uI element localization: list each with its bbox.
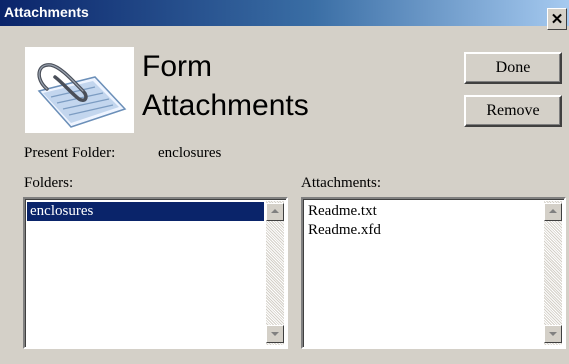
present-folder-label: Present Folder: [24, 145, 116, 161]
done-button[interactable]: Done [464, 52, 562, 84]
attachments-scroll-down-button[interactable] [544, 325, 562, 343]
folders-scrollbar[interactable] [266, 201, 284, 345]
arrow-up-icon [271, 209, 279, 213]
arrow-down-icon [549, 332, 557, 336]
attachments-listbox[interactable]: Readme.txt Readme.xfd [301, 197, 566, 349]
attachment-item-readme-txt[interactable]: Readme.txt [305, 202, 542, 221]
present-folder-value: enclosures [158, 145, 222, 161]
close-button[interactable]: ✕ [547, 8, 567, 30]
title-bar: Attachments [0, 0, 569, 26]
folders-label: Folders: [24, 175, 74, 191]
attachments-scroll-up-button[interactable] [544, 203, 562, 221]
folder-item-enclosures[interactable]: enclosures [27, 202, 264, 221]
folders-scroll-up-button[interactable] [266, 203, 284, 221]
window-title: Attachments [4, 4, 89, 20]
attachments-label: Attachments: [301, 175, 381, 191]
folders-listbox[interactable]: enclosures [23, 197, 288, 349]
form-attachments-logo [25, 47, 134, 133]
folders-scroll-down-button[interactable] [266, 325, 284, 343]
page-title-line2: Attachments [142, 89, 309, 122]
remove-button[interactable]: Remove [464, 95, 562, 127]
attachments-scrollbar[interactable] [544, 201, 562, 345]
attachment-item-readme-xfd[interactable]: Readme.xfd [305, 221, 542, 240]
arrow-up-icon [549, 209, 557, 213]
page-title: Form Attachments [142, 47, 309, 125]
close-icon: ✕ [550, 10, 564, 28]
paperclip-document-icon [37, 63, 127, 128]
page-title-line1: Form [142, 50, 212, 83]
arrow-down-icon [271, 332, 279, 336]
